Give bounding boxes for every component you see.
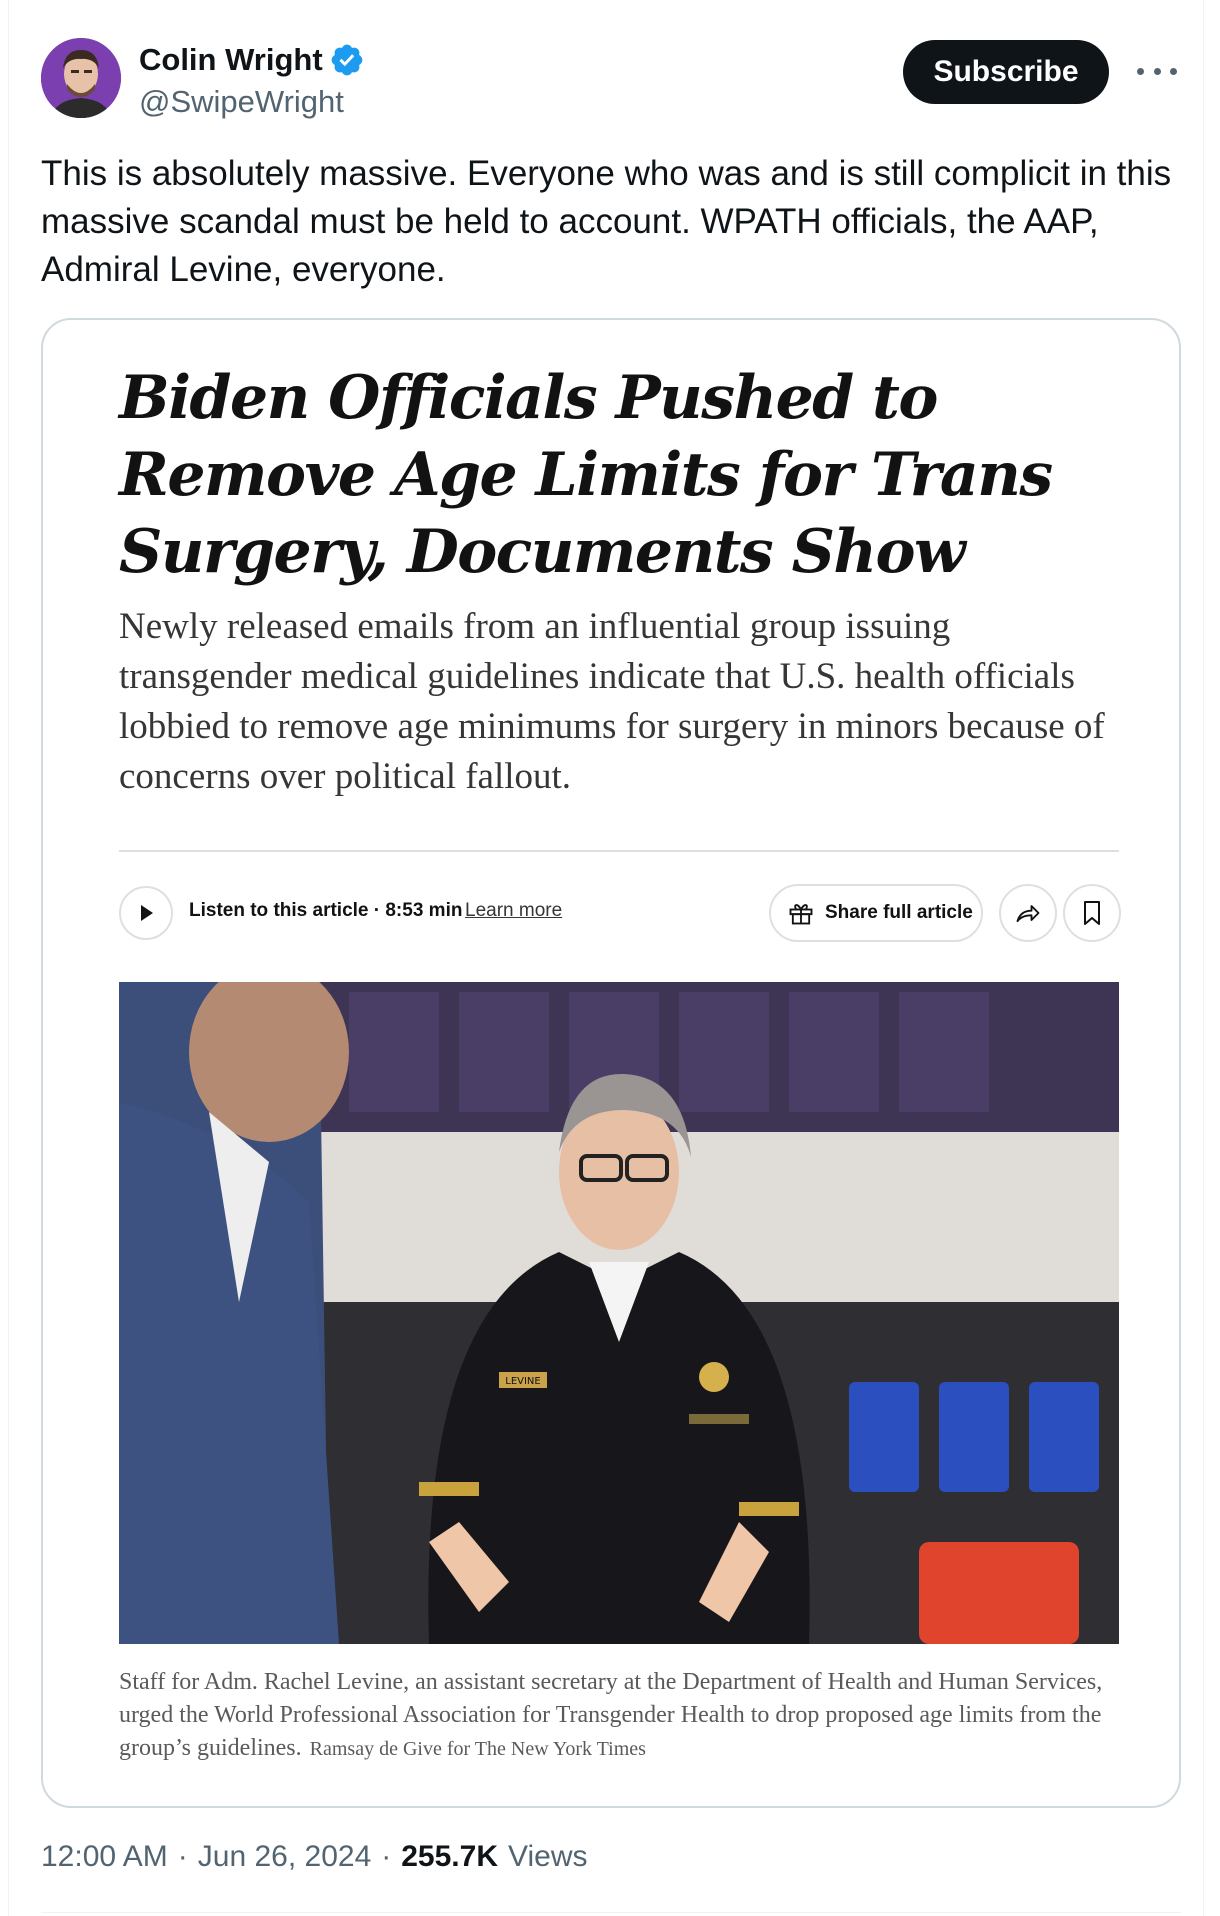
avatar-image <box>41 38 121 118</box>
play-button[interactable] <box>119 886 173 940</box>
name-badge-text: LEVINE <box>505 1376 540 1387</box>
photo-credit: Ramsay de Give for The New York Times <box>309 1738 646 1760</box>
tweet-header: Colin Wright @SwipeWright Subscribe <box>41 38 1181 122</box>
article-photo-image: LEVINE <box>119 982 1119 1644</box>
tweet-meta: 12:00 AM · Jun 26, 2024 · 255.7K Views <box>41 1840 587 1874</box>
divider <box>119 850 1119 852</box>
photo-caption: Staff for Adm. Rachel Levine, an assista… <box>119 1666 1119 1766</box>
share-full-article-button[interactable]: Share full article <box>769 884 983 942</box>
author-block: Colin Wright @SwipeWright <box>139 42 365 120</box>
display-name[interactable]: Colin Wright <box>139 42 323 78</box>
article-summary: Newly released emails from an influentia… <box>119 606 1105 797</box>
article-card[interactable]: Biden Officials Pushed to Remove Age Lim… <box>41 318 1181 1808</box>
tweet-time[interactable]: 12:00 AM <box>41 1840 168 1874</box>
tweet-text: This is absolutely massive. Everyone who… <box>41 154 1172 289</box>
article-headline: Biden Officials Pushed to Remove Age Lim… <box>119 363 1053 587</box>
bookmark-icon <box>1084 901 1100 925</box>
listen-label: Listen to this article · 8:53 min <box>189 900 463 921</box>
views-label: Views <box>508 1840 588 1873</box>
views-count: 255.7K <box>401 1840 498 1873</box>
gift-icon <box>789 904 813 925</box>
verified-badge-icon[interactable] <box>329 42 365 78</box>
share-arrow-icon <box>1016 905 1040 923</box>
more-horizontal-icon[interactable] <box>1137 56 1177 86</box>
avatar[interactable] <box>41 38 121 118</box>
play-icon <box>141 905 153 921</box>
tweet-date[interactable]: Jun 26, 2024 <box>198 1840 371 1874</box>
separator: · <box>177 1840 188 1873</box>
separator: · <box>381 1840 392 1873</box>
name-row: Colin Wright <box>139 42 365 78</box>
learn-more-link[interactable]: Learn more <box>465 900 562 922</box>
tweet-container: Colin Wright @SwipeWright Subscribe This… <box>8 0 1204 1916</box>
article-photo: LEVINE <box>119 982 1119 1644</box>
share-button[interactable] <box>999 884 1057 942</box>
subscribe-button[interactable]: Subscribe <box>903 40 1109 104</box>
bookmark-button[interactable] <box>1063 884 1121 942</box>
article-toolbar: Listen to this article · 8:53 min Learn … <box>119 884 1121 942</box>
divider <box>41 1912 1181 1913</box>
share-label: Share full article <box>825 902 973 923</box>
handle[interactable]: @SwipeWright <box>139 84 365 120</box>
